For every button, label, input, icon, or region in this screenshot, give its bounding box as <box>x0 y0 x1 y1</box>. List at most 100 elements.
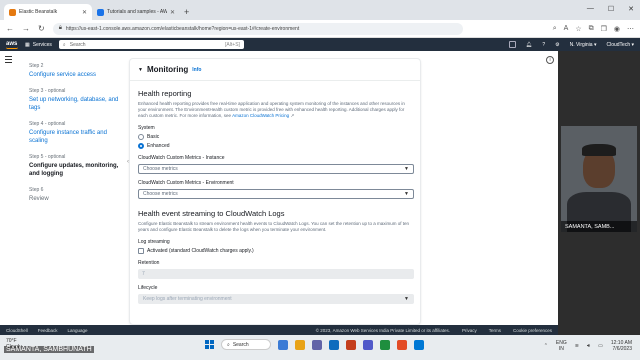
taskbar-app-icon[interactable] <box>346 339 356 350</box>
help-icon[interactable]: ? <box>542 42 545 48</box>
step-label: Step 5 - optional <box>29 154 66 160</box>
step-link[interactable]: Set up networking, database, and tags <box>29 96 119 112</box>
person-hair <box>582 144 616 156</box>
page-settings-icon[interactable]: i <box>546 56 554 64</box>
caret-down-icon[interactable]: ▼ <box>138 67 143 73</box>
radio-icon <box>138 134 144 140</box>
taskbar-app-icon[interactable] <box>363 339 373 350</box>
language-link[interactable]: Language <box>68 328 88 333</box>
taskbar-app-icon[interactable] <box>380 339 390 350</box>
lifecycle-label: Lifecycle <box>138 285 158 291</box>
extensions-icon[interactable]: ⧉ <box>589 25 594 33</box>
feedback-link[interactable]: Feedback <box>38 328 58 333</box>
streaming-heading: Health event streaming to CloudWatch Log… <box>138 209 285 218</box>
log-streaming-label: Log streaming <box>138 239 170 245</box>
browser-toolbar-icons: ⌕ A ☆ ⧉ ❐ ◉ ⋯ <box>553 25 634 33</box>
radio-basic[interactable]: Basic <box>138 134 412 140</box>
step-label: Step 4 - optional <box>29 121 66 127</box>
aws-favicon-icon <box>97 8 104 16</box>
back-icon[interactable]: ← <box>6 24 14 33</box>
services-menu[interactable]: ▦ Services <box>25 42 52 48</box>
step-name: Review <box>29 196 49 202</box>
info-link[interactable]: Info <box>192 67 201 73</box>
log-streaming-checkbox[interactable]: Activated (standard CloudWatch charges a… <box>138 248 412 254</box>
lifecycle-select: Keep logs after terminating environment … <box>138 294 414 304</box>
taskbar-app-icon[interactable] <box>329 339 339 350</box>
aws-favicon-icon <box>9 8 16 16</box>
cloudwatch-pricing-link[interactable]: Amazon CloudWatch Pricing <box>232 113 289 118</box>
zoom-icon[interactable]: ⌕ <box>553 25 557 33</box>
aws-nav-right: 🔔︎ ? ⚙ N. Virginia ▾ CloudTech ▾ <box>508 41 634 48</box>
taskbar-app-icon[interactable] <box>397 339 407 350</box>
terms-link[interactable]: Terms <box>489 328 501 333</box>
instance-metrics-select[interactable]: Choose metrics ▼ <box>138 164 414 174</box>
close-tab-icon[interactable]: ✕ <box>82 9 87 16</box>
maximize-icon[interactable]: ☐ <box>608 5 614 13</box>
region-selector[interactable]: N. Virginia ▾ <box>570 42 597 48</box>
hamburger-menu-icon[interactable] <box>5 56 12 65</box>
aws-search-input[interactable]: ⌕ Search [Alt+S] <box>58 40 244 49</box>
aws-footer: CloudShell Feedback Language © 2023, Ama… <box>0 325 558 335</box>
taskbar-app-icon[interactable] <box>312 339 322 350</box>
new-tab-icon[interactable]: + <box>184 7 189 17</box>
settings-icon[interactable]: ⚙ <box>555 42 559 48</box>
panel-title: Monitoring <box>146 65 189 74</box>
aws-top-nav: aws ▦ Services ⌕ Search [Alt+S] 🔔︎ ? ⚙ N… <box>0 38 640 51</box>
step-link[interactable]: Configure instance traffic and scaling <box>29 129 119 145</box>
tray-chevron-icon[interactable]: ⌃ <box>544 343 548 349</box>
step-link[interactable]: Configure service access <box>29 71 119 79</box>
windows-taskbar: 70°F Cloudy ⌕ Search ⌃ ENGIN ≋ 🔊︎ ▭ 12:1… <box>0 335 640 360</box>
external-link-icon: ↗ <box>290 113 295 118</box>
close-tab-icon[interactable]: ✕ <box>170 9 175 16</box>
volume-icon[interactable]: 🔊︎ <box>587 343 590 349</box>
clock[interactable]: 12:10 AM 7/6/2023 <box>611 340 632 352</box>
account-menu[interactable]: CloudTech ▾ <box>606 42 634 48</box>
url-text: https://us-east-1.console.aws.amazon.com… <box>65 25 300 32</box>
wifi-icon[interactable]: ≋ <box>575 343 579 349</box>
taskbar-app-icon[interactable] <box>295 339 305 350</box>
dropdown-caret-icon: ▼ <box>404 191 409 197</box>
minimize-icon[interactable]: — <box>587 5 594 13</box>
retention-label: Retention <box>138 260 160 266</box>
webcam-name-label: SAMANTA, SAMB... <box>561 221 637 232</box>
taskbar-apps: ⌕ Search <box>205 339 424 350</box>
taskbar-search[interactable]: ⌕ Search <box>221 339 271 350</box>
notifications-icon[interactable]: 🔔︎ <box>526 42 532 48</box>
window-controls: — ☐ ✕ <box>587 5 634 13</box>
more-icon[interactable]: ⋯ <box>627 25 634 33</box>
cloudshell-link[interactable]: CloudShell <box>6 328 28 333</box>
battery-icon[interactable]: ▭ <box>598 343 603 349</box>
browser-tab-tutorials[interactable]: Tutorials and samples - AWS El ✕ <box>92 4 180 20</box>
taskbar-app-icon[interactable] <box>278 339 288 350</box>
reload-icon[interactable]: ↻ <box>38 24 45 33</box>
taskbar-app-icon[interactable] <box>414 339 424 350</box>
close-window-icon[interactable]: ✕ <box>628 5 634 13</box>
aws-logo[interactable]: aws <box>6 41 18 49</box>
radio-selected-icon <box>138 143 144 149</box>
search-shortcut: [Alt+S] <box>225 41 240 48</box>
profile-icon[interactable]: ◉ <box>614 25 620 33</box>
collections-icon[interactable]: ❐ <box>601 25 607 33</box>
environment-metrics-select[interactable]: Choose metrics ▼ <box>138 189 414 199</box>
browser-tab-elastic-beanstalk[interactable]: Elastic Beanstalk ✕ <box>4 4 92 20</box>
radio-enhanced[interactable]: Enhanced <box>138 143 412 149</box>
read-aloud-icon[interactable]: A <box>564 25 569 33</box>
url-field[interactable]: 🔒︎ https://us-east-1.console.aws.amazon.… <box>52 22 463 35</box>
cloudshell-icon[interactable] <box>508 41 516 48</box>
cookie-preferences-link[interactable]: Cookie preferences <box>513 328 552 333</box>
tab-title: Elastic Beanstalk <box>19 9 58 15</box>
tab-title: Tutorials and samples - AWS El <box>107 9 167 15</box>
privacy-link[interactable]: Privacy <box>462 328 477 333</box>
lock-icon: 🔒︎ <box>58 25 62 31</box>
start-button-icon[interactable] <box>205 340 214 349</box>
step-current: Configure updates, monitoring, and loggi… <box>29 163 119 177</box>
favorite-icon[interactable]: ☆ <box>575 25 581 33</box>
panel-header[interactable]: ▼ Monitoring Info <box>130 59 420 81</box>
monitoring-panel: ▼ Monitoring Info Health reporting Enhan… <box>129 58 421 325</box>
checkbox-icon <box>138 248 144 254</box>
wizard-steps: Step 2 Configure service access Step 3 -… <box>29 63 119 212</box>
streaming-description: Configure Elastic Beanstalk to stream en… <box>138 221 409 232</box>
language-indicator[interactable]: ENG IN <box>556 340 567 352</box>
forward-icon[interactable]: → <box>22 24 30 33</box>
copyright-text: © 2023, Amazon Web Services India Privat… <box>315 327 450 333</box>
